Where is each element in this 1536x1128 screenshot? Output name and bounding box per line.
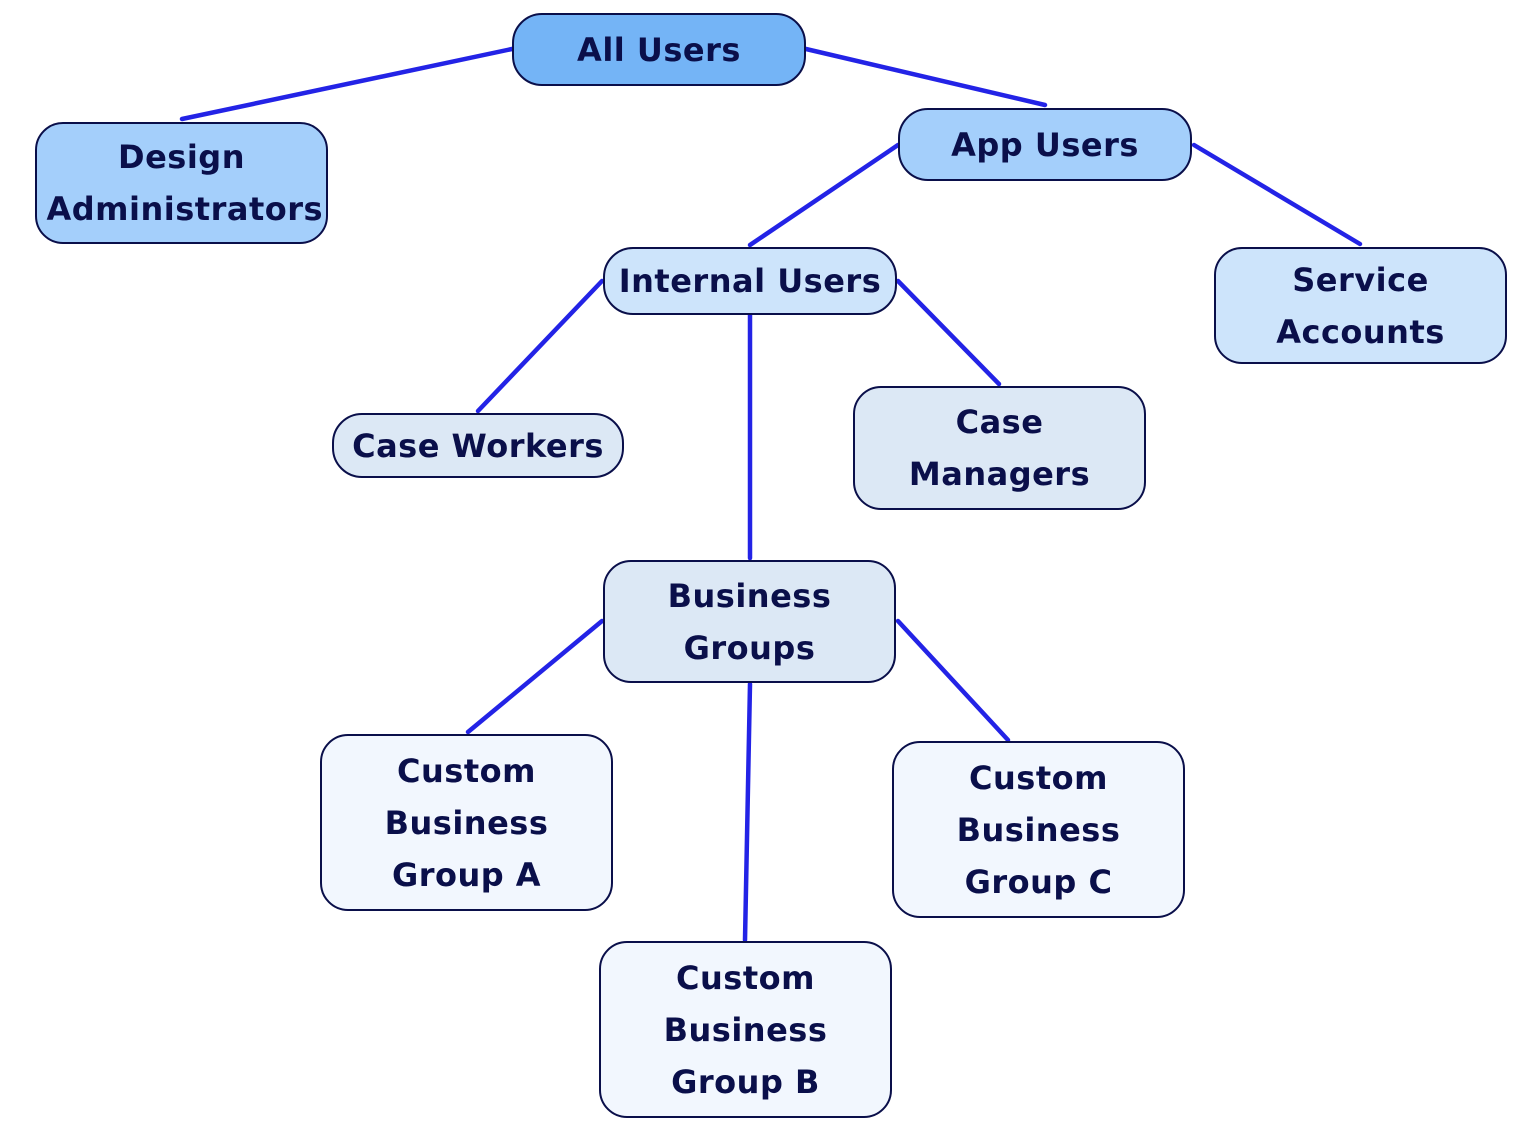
node-label: Custom Business Group B [663, 958, 828, 1101]
edge-all-users-app-users [803, 46, 1048, 108]
node-label: All Users [577, 30, 741, 69]
node-label: Custom Business Group A [384, 751, 549, 894]
edge-internal-users-case-managers [895, 278, 1002, 387]
node-label: Design Administrators [46, 138, 324, 228]
node-label: Custom Business Group C [956, 758, 1121, 901]
edge-business-groups-group-c [895, 618, 1011, 743]
node-label: App Users [951, 125, 1139, 164]
edge-business-groups-group-b [742, 681, 753, 943]
node-label: Service Accounts [1276, 260, 1445, 351]
node-internal-users[interactable]: Internal Users [603, 247, 897, 315]
edge-all-users-design-administrators [179, 46, 515, 122]
node-all-users[interactable]: All Users [512, 13, 806, 86]
node-design-administrators[interactable]: Design Administrators [35, 122, 328, 244]
node-label: Case Workers [352, 426, 604, 465]
node-custom-business-group-a[interactable]: Custom Business Group A [320, 734, 613, 911]
edge-business-groups-group-a [465, 618, 605, 735]
node-service-accounts[interactable]: Service Accounts [1214, 247, 1507, 364]
node-label: Business Groups [667, 576, 832, 667]
edge-app-users-service-accounts [1191, 142, 1363, 247]
node-case-managers[interactable]: Case Managers [853, 386, 1146, 510]
node-label: Case Managers [908, 403, 1091, 493]
edge-internal-users-case-workers [475, 278, 605, 414]
node-custom-business-group-c[interactable]: Custom Business Group C [892, 741, 1185, 918]
node-case-workers[interactable]: Case Workers [332, 413, 624, 478]
edge-app-users-internal-users [747, 142, 901, 248]
node-business-groups[interactable]: Business Groups [603, 560, 896, 683]
node-label: Internal Users [618, 262, 882, 300]
node-app-users[interactable]: App Users [898, 108, 1192, 181]
node-custom-business-group-b[interactable]: Custom Business Group B [599, 941, 892, 1118]
